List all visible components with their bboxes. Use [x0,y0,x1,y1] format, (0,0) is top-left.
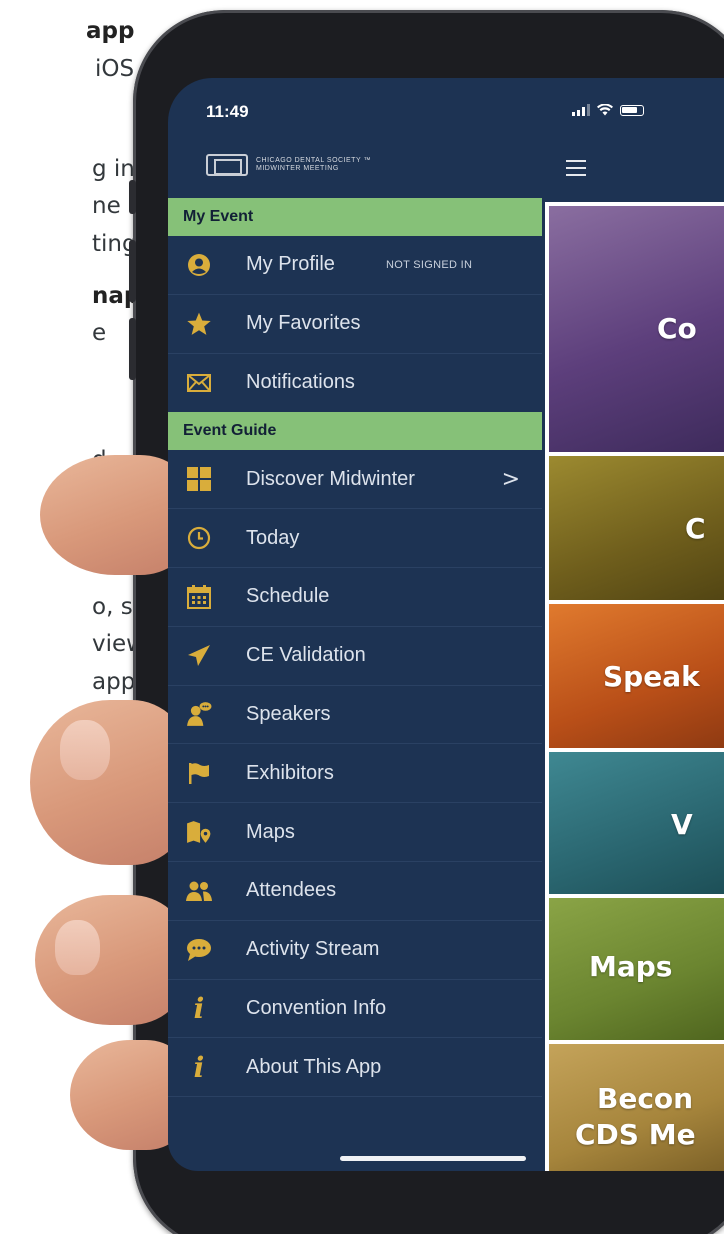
signal-icon [572,104,590,116]
menu-label: Discover Midwinter [246,467,415,490]
star-icon [186,311,212,337]
menu-item-discover-midwinter[interactable]: Discover Midwinter > [168,450,542,510]
clock-icon [186,525,212,551]
menu-item-my-profile[interactable]: My Profile NOT SIGNED IN [168,236,542,295]
bg-text-line: g in [92,156,135,182]
wifi-icon [597,104,613,116]
fingernail [55,920,100,975]
menu-label: My Favorites [246,312,361,335]
menu-label: Convention Info [246,996,387,1019]
menu-item-activity-stream[interactable]: Activity Stream [168,921,542,980]
menu-item-convention-info[interactable]: i Convention Info [168,980,542,1039]
volume-button [129,318,136,380]
cds-logo-mark [206,154,248,176]
profile-icon [186,252,212,278]
calendar-icon [186,584,212,610]
bg-text-line: e [92,320,107,346]
menu-label: My Profile [246,253,335,276]
menu-item-exhibitors[interactable]: Exhibitors [168,744,542,804]
tile-maps[interactable]: Maps [549,898,724,1040]
finger [30,700,190,865]
volume-button [129,240,136,302]
tile-label: Maps [589,950,673,983]
tile-v[interactable]: V [549,752,724,894]
logo-text: CHICAGO DENTAL SOCIETY ™ MIDWINTER MEETI… [256,157,371,173]
tile-label: Speak [603,660,700,693]
section-header-event-guide: Event Guide [168,412,542,451]
attendees-icon [186,878,212,904]
menu-label: Schedule [246,585,330,608]
menu-label: Activity Stream [246,938,380,961]
menu-label: Attendees [246,879,337,902]
info-icon: i [193,991,205,1025]
logo-line-1: CHICAGO DENTAL SOCIETY ™ [256,157,371,164]
menu-label: Notifications [246,371,355,394]
menu-label: About This App [246,1055,382,1078]
bg-text-line: iOS [95,56,135,82]
section-header-my-event: My Event [168,198,542,236]
menu-item-notifications[interactable]: Notifications [168,354,542,413]
tile-label: V [671,808,693,841]
menu-label: Maps [246,820,295,843]
battery-icon [620,104,644,116]
tile-label: C [685,512,706,545]
volume-button [129,180,136,214]
bg-text-line: app [86,18,135,44]
chat-bubble-icon [186,937,212,963]
menu-item-about-this-app[interactable]: i About This App [168,1038,542,1098]
info-icon: i [193,1050,205,1084]
tile-label: Co [657,312,697,345]
tile-conventions[interactable]: Co [549,206,724,452]
fingernail [60,720,110,780]
tile-speakers[interactable]: Speak [549,604,724,748]
phone-screen: 11:49 CHICAGO DENTAL SOCIETY ™ MIDWINTER… [168,78,724,1171]
cds-logo: CHICAGO DENTAL SOCIETY ™ MIDWINTER MEETI… [206,154,371,176]
logo-line-2: MIDWINTER MEETING [256,165,339,172]
chevron-right-icon: > [501,466,520,492]
menu-item-my-favorites[interactable]: My Favorites [168,295,542,354]
sign-in-status-badge: NOT SIGNED IN [386,258,473,271]
home-tiles-panel: Co C Speak V Maps Becon CDS Me [545,202,724,1171]
tile-label: CDS Me [575,1118,696,1151]
hamburger-icon[interactable] [566,160,586,176]
map-icon [186,819,212,845]
menu-label: CE Validation [246,644,366,667]
menu-item-ce-validation[interactable]: CE Validation [168,627,542,686]
menu-item-schedule[interactable]: Schedule [168,568,542,627]
grid-icon [186,466,212,492]
flag-icon [186,760,212,786]
tile-ce[interactable]: C [549,456,724,600]
menu-label: Today [246,526,300,549]
menu-label: Exhibitors [246,761,334,784]
menu-item-maps[interactable]: Maps [168,803,542,862]
status-icons [572,104,644,116]
bg-text-line: ne [92,193,121,219]
menu-item-attendees[interactable]: Attendees [168,862,542,921]
home-indicator[interactable] [340,1156,526,1161]
menu-item-today[interactable]: Today [168,509,542,568]
tile-label: Becon [597,1082,694,1115]
tile-become-cds-member[interactable]: Becon CDS Me [549,1044,724,1171]
envelope-icon [186,370,212,396]
speaker-icon [186,701,212,727]
side-drawer-menu: My Event My Profile NOT SIGNED IN My Fav… [168,198,542,1098]
status-time: 11:49 [206,102,249,121]
menu-label: Speakers [246,702,331,725]
menu-item-speakers[interactable]: Speakers [168,686,542,745]
paper-plane-icon [186,643,212,669]
